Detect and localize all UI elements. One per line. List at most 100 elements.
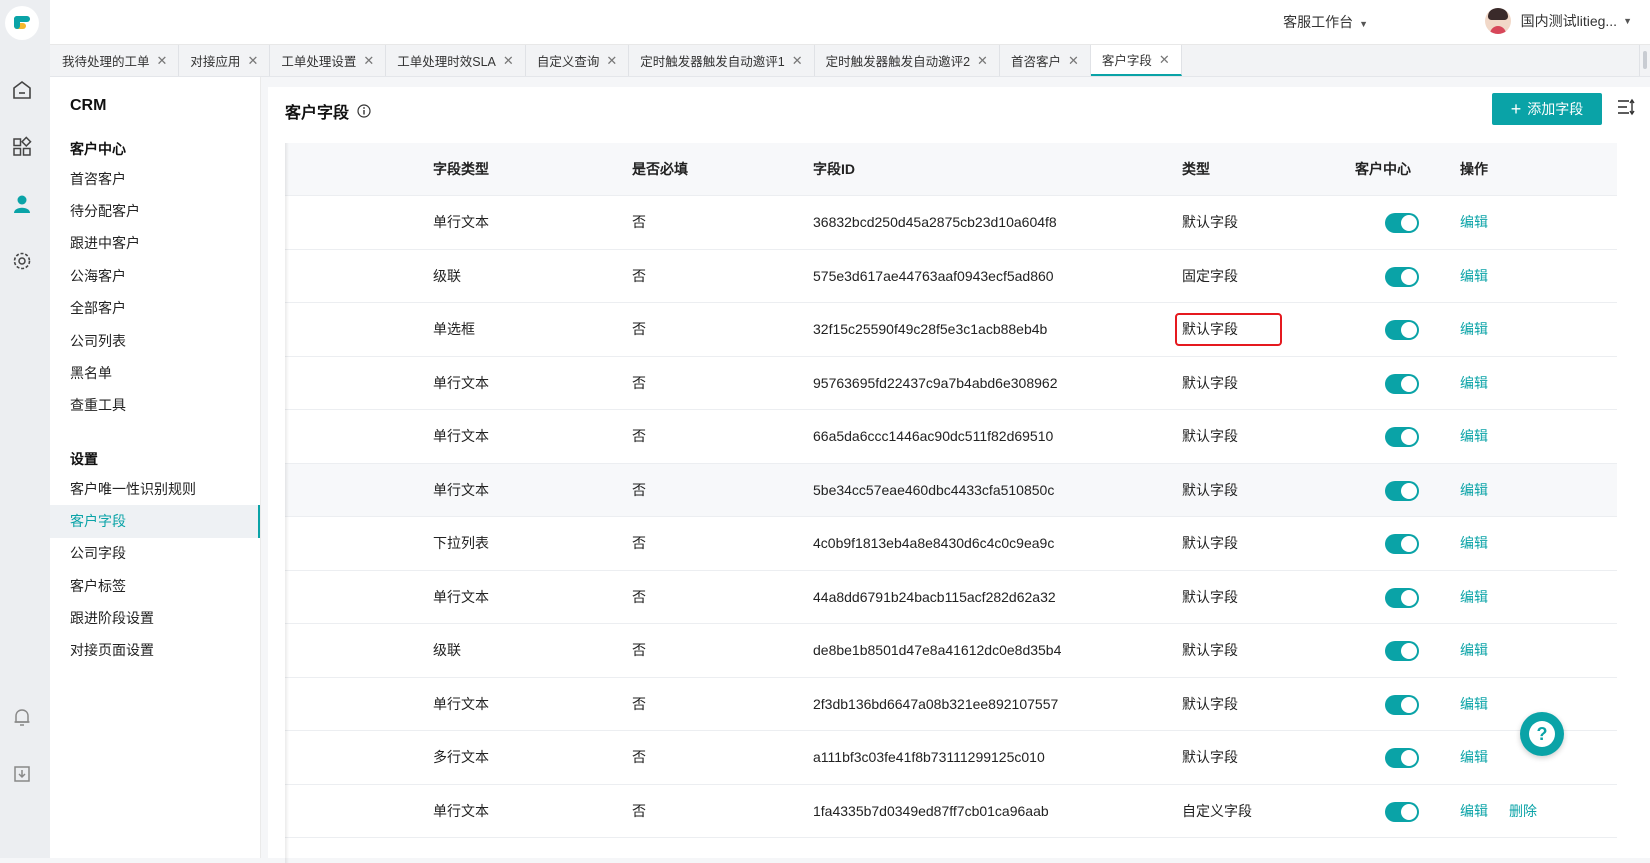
- sidebar-item-customer-tags[interactable]: 客户标签: [50, 570, 260, 603]
- close-icon[interactable]: ✕: [1159, 52, 1170, 68]
- cell-field-type: 单行文本: [433, 481, 489, 498]
- customer-icon[interactable]: [10, 192, 34, 216]
- sidebar-item-unassigned[interactable]: 待分配客户: [50, 195, 260, 228]
- customer-center-toggle[interactable]: [1385, 534, 1419, 554]
- sidebar-item-public-pool[interactable]: 公海客户: [50, 260, 260, 293]
- close-icon[interactable]: ✕: [157, 53, 168, 69]
- sidebar-item-all-customers[interactable]: 全部客户: [50, 292, 260, 325]
- customer-center-toggle[interactable]: [1385, 213, 1419, 233]
- cell-field-id: 95763695fd22437c9a7b4abd6e308962: [813, 374, 1058, 391]
- section-settings: 设置: [70, 451, 98, 467]
- sidebar-title: CRM: [70, 97, 107, 114]
- avatar: [1484, 8, 1511, 34]
- app-logo[interactable]: [5, 6, 39, 40]
- home-icon[interactable]: [10, 78, 34, 102]
- sidebar-item-company-fields[interactable]: 公司字段: [50, 537, 260, 570]
- close-icon[interactable]: ✕: [1068, 53, 1079, 69]
- sidebar-item-blacklist[interactable]: 黑名单: [50, 357, 260, 390]
- edit-link[interactable]: 编辑: [1460, 250, 1488, 302]
- caret-down-icon: ▼: [1623, 16, 1632, 26]
- table-row: 单选框否 32f15c25590f49c28f5e3c1acb88eb4b 默认字段…: [285, 303, 1617, 357]
- customer-center-toggle[interactable]: [1385, 694, 1419, 715]
- bell-icon[interactable]: [10, 705, 34, 729]
- tab-customer-fields[interactable]: 客户字段 ✕: [1090, 45, 1182, 76]
- edit-link[interactable]: 编辑: [1460, 357, 1488, 409]
- customer-center-toggle[interactable]: [1385, 266, 1419, 287]
- edit-link[interactable]: 编辑: [1460, 571, 1488, 623]
- cell-field-type: 下拉列表: [433, 535, 489, 551]
- workspace-switcher[interactable]: 客服工作台 ▼: [1283, 12, 1368, 32]
- customer-center-toggle[interactable]: [1385, 801, 1419, 822]
- cell-category: 默认字段: [1182, 749, 1238, 765]
- customer-center-toggle[interactable]: [1385, 641, 1419, 661]
- settings-icon[interactable]: [10, 249, 34, 273]
- user-menu[interactable]: 国内测试litieg... ▼: [1484, 8, 1632, 34]
- edit-link[interactable]: 编辑: [1460, 624, 1488, 676]
- cell-category: 默认字段: [1182, 588, 1238, 605]
- customer-center-toggle[interactable]: [1385, 480, 1419, 501]
- sidebar-item-stage-settings[interactable]: 跟进阶段设置: [50, 602, 260, 635]
- add-field-button[interactable]: + 添加字段: [1492, 93, 1602, 125]
- edit-link[interactable]: 编辑: [1460, 785, 1488, 837]
- column-settings-icon[interactable]: [1616, 97, 1636, 117]
- close-icon[interactable]: ✕: [363, 53, 374, 69]
- table-row: 单行文本 否 36832bcd250d45a2875cb23d10a604f8 默认字…: [285, 196, 1617, 250]
- fields-table: 字段类型 是否必填 字段ID 类型 客户中心 操作 单行文本否 36832bcd2…: [285, 143, 1617, 863]
- customer-center-toggle[interactable]: [1385, 587, 1419, 608]
- info-icon[interactable]: [357, 104, 371, 118]
- sidebar-item-dedupe[interactable]: 查重工具: [50, 389, 260, 422]
- cell-field-type: 单行文本: [433, 802, 489, 819]
- tab-scrollbar[interactable]: [1639, 45, 1650, 76]
- sidebar-item-following[interactable]: 跟进中客户: [50, 227, 260, 260]
- sidebar-item-unique-rules[interactable]: 客户唯一性识别规则: [50, 473, 260, 506]
- customer-center-toggle[interactable]: [1385, 373, 1419, 394]
- section-customer-center: 客户中心: [70, 141, 126, 157]
- close-icon[interactable]: ✕: [606, 53, 617, 69]
- user-name: 国内测试litieg...: [1520, 13, 1618, 29]
- cell-category: 默认字段: [1182, 374, 1238, 391]
- cell-required: 否: [632, 749, 646, 765]
- tab-pending-tickets[interactable]: 我待处理的工单 ✕: [50, 45, 180, 76]
- sidebar-item-first-inquiry[interactable]: 首咨客户: [50, 163, 260, 196]
- close-icon[interactable]: ✕: [792, 53, 803, 69]
- edit-link[interactable]: 编辑: [1460, 464, 1488, 516]
- close-icon[interactable]: ✕: [247, 53, 258, 69]
- close-icon[interactable]: ✕: [977, 53, 988, 69]
- customer-center-toggle[interactable]: [1385, 320, 1419, 340]
- help-button[interactable]: ?: [1520, 712, 1564, 756]
- tab-bar: 我待处理的工单 ✕ 对接应用 ✕ 工单处理设置 ✕ 工单处理时效SLA ✕ 自定义查询 ✕…: [50, 45, 1650, 77]
- cell-field-type: 级联: [433, 642, 461, 658]
- table-row: 单行文本 否 66a5da6ccc1446ac90dc511f82d69510 默认字…: [285, 410, 1617, 464]
- tab-custom-query[interactable]: 自定义查询 ✕: [526, 45, 630, 76]
- edit-link[interactable]: 编辑: [1460, 410, 1488, 462]
- edit-link[interactable]: 编辑: [1460, 303, 1488, 355]
- tab-trigger-1[interactable]: 定时触发器触发自动邀评1 ✕: [629, 45, 815, 76]
- delete-link[interactable]: 删除: [1509, 785, 1537, 837]
- apps-icon[interactable]: [10, 135, 34, 159]
- customer-center-toggle[interactable]: [1385, 427, 1419, 447]
- tab-ticket-settings[interactable]: 工单处理设置 ✕: [270, 45, 387, 76]
- tab-trigger-2[interactable]: 定时触发器触发自动邀评2 ✕: [815, 45, 1000, 76]
- close-icon[interactable]: ✕: [503, 53, 514, 69]
- tab-integration[interactable]: 对接应用 ✕: [179, 45, 271, 76]
- sidebar-item-customer-fields[interactable]: 客户字段: [50, 505, 260, 538]
- cell-required: 否: [632, 642, 646, 658]
- sidebar-item-page-settings[interactable]: 对接页面设置: [50, 634, 260, 667]
- cell-field-id: 36832bcd250d45a2875cb23d10a604f8: [813, 214, 1057, 230]
- sidebar-item-companies[interactable]: 公司列表: [50, 325, 260, 358]
- edit-link[interactable]: 编辑: [1460, 517, 1488, 569]
- cell-category: 自定义字段: [1182, 802, 1252, 819]
- top-header: 客服工作台 ▼ 国内测试litieg... ▼: [50, 0, 1650, 45]
- edit-link[interactable]: 编辑: [1460, 196, 1488, 248]
- download-icon[interactable]: [10, 762, 34, 786]
- edit-link[interactable]: 编辑: [1460, 678, 1488, 730]
- add-field-label: 添加字段: [1527, 101, 1584, 117]
- tab-first-inquiry[interactable]: 首咨客户 ✕: [1000, 45, 1091, 76]
- edit-link[interactable]: 编辑: [1460, 731, 1488, 783]
- table-row: 级联 否 575e3d617ae44763aaf0943ecf5ad860 固定字段 编…: [285, 250, 1617, 303]
- main-content: 客户字段 + 添加字段 字段类型 是否必填 字段ID 类型 客户中心 操作 单行文…: [268, 87, 1650, 863]
- cell-required: 否: [632, 481, 646, 498]
- customer-center-toggle[interactable]: [1385, 748, 1419, 768]
- cell-category: 默认字段: [1182, 642, 1238, 658]
- tab-sla[interactable]: 工单处理时效SLA ✕: [386, 45, 526, 76]
